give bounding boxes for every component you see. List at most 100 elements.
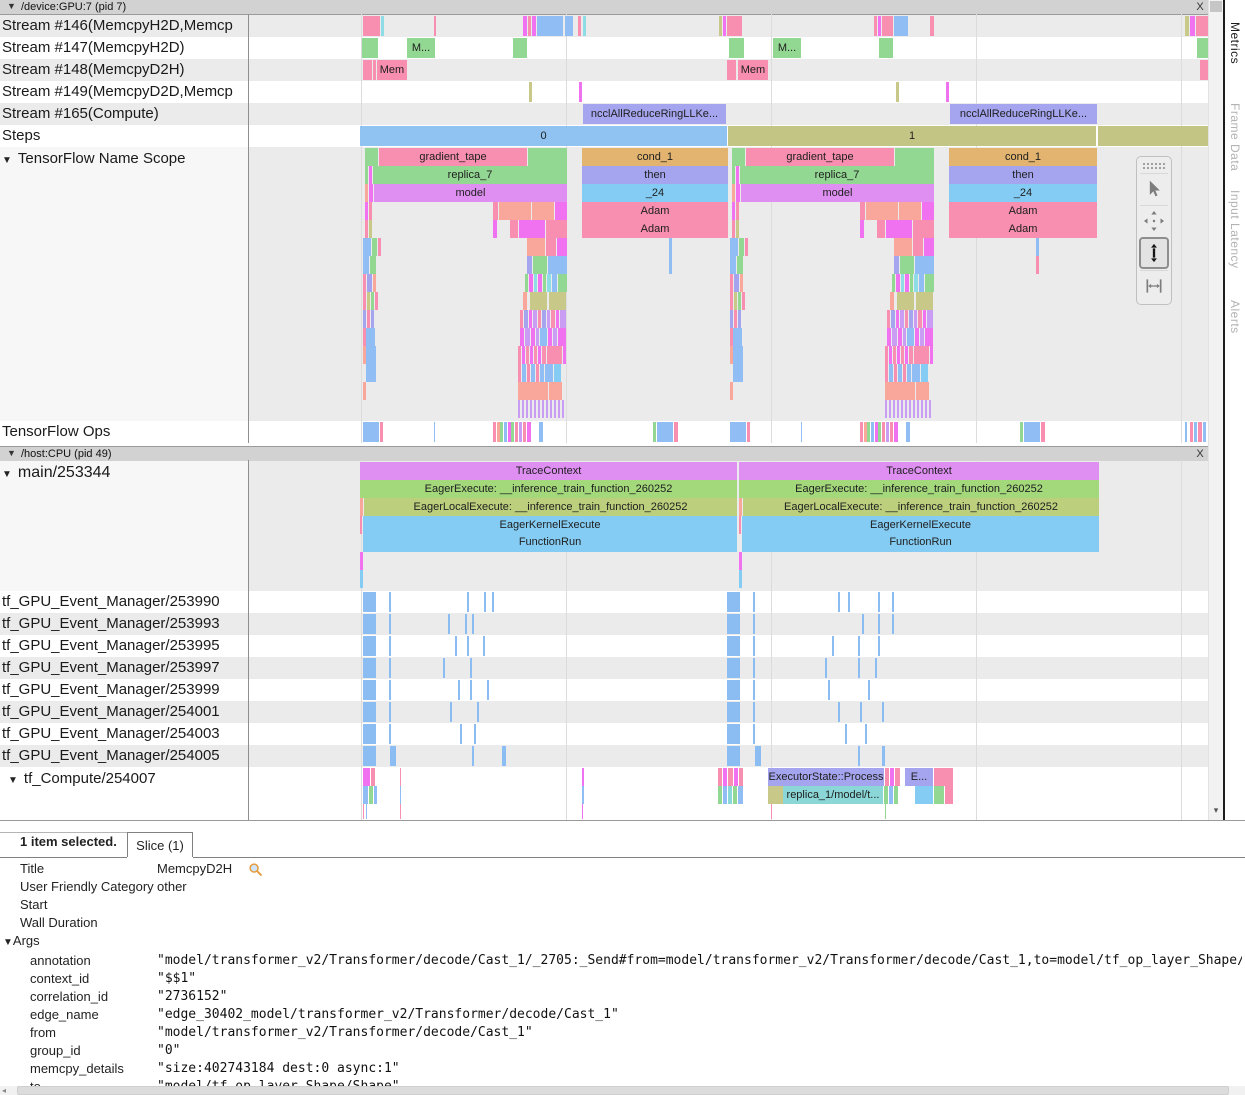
trace-slice[interactable] [747,422,750,442]
trace-slice[interactable] [520,328,524,346]
trace-slice[interactable] [909,346,913,364]
trace-slice[interactable]: _24 [949,184,1097,202]
trace-slice[interactable] [511,422,514,442]
trace-slice[interactable] [901,346,904,364]
trace-slice[interactable] [363,680,376,700]
trace-slice[interactable] [531,328,535,346]
trace-slice[interactable] [1198,422,1202,442]
trace-slice[interactable] [363,292,366,310]
trace-slice[interactable]: M... [407,38,435,58]
trace-slice[interactable]: Mem [377,60,407,80]
trace-slice[interactable] [922,202,934,220]
scrollbar-thumb[interactable] [17,1086,1229,1095]
trace-slice[interactable] [866,202,898,220]
trace-slice[interactable] [885,804,886,819]
trace-slice[interactable] [868,680,870,700]
trace-slice[interactable]: TraceContext [360,462,737,480]
trace-slice[interactable] [467,592,469,612]
trace-slice[interactable]: FunctionRun [742,533,1099,552]
trace-slice[interactable]: 0 [360,126,727,146]
trace-slice[interactable] [905,400,907,418]
trace-slice[interactable] [903,328,906,346]
trace-slice[interactable] [565,16,573,36]
trace-slice[interactable] [885,364,888,382]
trace-slice[interactable] [915,786,933,804]
trace-slice[interactable] [753,592,755,612]
trace-slice[interactable] [434,16,436,36]
trace-slice[interactable] [518,346,521,364]
trace-slice[interactable] [389,658,391,678]
trace-slice[interactable] [525,274,528,292]
trace-slice[interactable] [739,768,743,786]
trace-slice[interactable] [921,400,923,418]
trace-slice[interactable] [448,614,450,634]
trace-slice[interactable] [582,768,584,786]
trace-slice[interactable] [557,238,567,256]
trace-slice[interactable] [367,292,370,310]
trace-slice[interactable] [546,220,567,238]
collapse-icon[interactable]: ▼ [3,937,13,948]
trace-slice[interactable] [443,658,445,678]
trace-slice[interactable] [363,702,376,722]
trace-slice[interactable]: EagerLocalExecute: __inference_train_fun… [364,498,737,516]
trace-slice[interactable] [845,724,847,744]
trace-slice[interactable] [894,238,912,256]
trace-slice[interactable] [771,804,772,819]
trace-slice[interactable] [360,516,362,534]
trace-slice[interactable] [753,680,755,700]
trace-slice[interactable] [905,274,909,292]
trace-slice[interactable] [371,292,374,310]
trace-slice[interactable] [894,256,899,274]
scroll-left-icon[interactable]: ◂ [2,1086,16,1095]
trace-slice[interactable] [530,346,533,364]
trace-slice[interactable] [553,328,557,346]
search-icon[interactable] [248,862,263,877]
trace-slice[interactable] [890,768,894,786]
trace-slice[interactable] [727,614,740,634]
trace-slice[interactable] [900,310,904,328]
trace-slice[interactable]: _24 [582,184,728,202]
trace-slice[interactable] [848,592,850,612]
trace-slice[interactable] [551,310,555,328]
trace-slice[interactable] [1185,16,1189,36]
zoom-tool-icon[interactable] [1139,237,1169,269]
trace-slice[interactable] [887,310,890,328]
trace-slice[interactable] [918,310,922,328]
trace-slice[interactable] [894,786,898,804]
trace-slice[interactable] [542,400,544,418]
trace-slice[interactable] [523,422,526,442]
trace-slice[interactable] [518,382,548,400]
trace-slice[interactable] [389,614,391,634]
trace-slice[interactable] [727,60,736,80]
trace-slice[interactable] [934,768,953,786]
trace-slice[interactable] [878,16,881,36]
selection-tool-icon[interactable] [1140,173,1168,204]
trace-slice[interactable] [878,422,881,442]
trace-slice[interactable]: ncclAllReduceRingLLKe... [950,104,1097,124]
trace-slice[interactable] [487,680,489,700]
trace-slice[interactable] [825,658,827,678]
trace-slice[interactable] [400,768,401,786]
trace-slice[interactable] [363,636,376,656]
trace-slice[interactable] [363,658,376,678]
trace-slice[interactable] [887,328,891,346]
trace-slice[interactable] [527,238,545,256]
trace-slice[interactable] [518,364,521,382]
trace-slice[interactable] [732,148,745,166]
trace-slice[interactable] [674,422,678,442]
trace-slice[interactable] [527,364,530,382]
trace-slice[interactable] [934,786,944,804]
trace-slice[interactable] [538,274,542,292]
trace-slice[interactable] [493,202,498,220]
trace-slice[interactable]: 1 [728,126,1096,146]
trace-slice[interactable] [369,786,373,804]
trace-slice[interactable] [753,658,755,678]
trace-slice[interactable] [492,592,494,612]
trace-slice[interactable] [534,346,537,364]
trace-slice[interactable] [920,328,924,346]
collapse-icon[interactable]: ▼ [7,448,16,458]
trace-slice[interactable] [923,310,926,328]
trace-slice[interactable] [858,746,860,766]
trace-slice[interactable] [365,220,368,238]
trace-slice[interactable] [723,786,727,804]
